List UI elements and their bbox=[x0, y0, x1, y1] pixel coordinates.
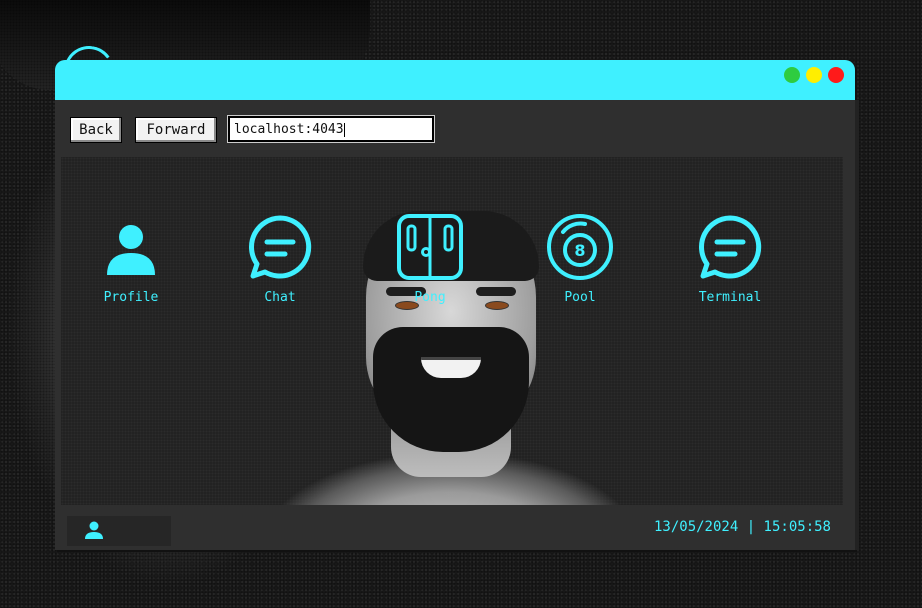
user-icon bbox=[107, 225, 155, 275]
taskbar: 13/05/2024 | 15:05:58 bbox=[61, 506, 843, 548]
desktop-icon-profile[interactable]: Profile bbox=[81, 217, 181, 312]
icon-label-profile: Profile bbox=[103, 290, 159, 305]
user-icon bbox=[85, 521, 103, 539]
icon-label-pool: Pool bbox=[564, 290, 596, 305]
desktop-icon-chat[interactable]: Chat bbox=[230, 215, 330, 312]
minimize-button[interactable] bbox=[784, 67, 800, 83]
taskbar-user-button[interactable] bbox=[67, 516, 171, 546]
browser-toolbar: Back Forward bbox=[55, 100, 855, 155]
maximize-button[interactable] bbox=[806, 67, 822, 83]
title-bar[interactable] bbox=[55, 60, 855, 100]
browser-window: Back Forward localhost:4043 Profile Chat… bbox=[55, 60, 859, 550]
close-button[interactable] bbox=[828, 67, 844, 83]
desktop-area: Profile Chat Pong 8 Pool Terminal bbox=[61, 157, 843, 505]
address-bar[interactable]: localhost:4043 bbox=[227, 115, 435, 143]
svg-text:8: 8 bbox=[574, 241, 585, 260]
desktop-icon-pool[interactable]: 8 Pool bbox=[530, 214, 630, 312]
address-text: localhost:4043 bbox=[234, 122, 344, 137]
chat-bubble-icon bbox=[249, 215, 312, 279]
window-edge bbox=[855, 100, 859, 550]
desktop-icon-pong[interactable]: Pong bbox=[380, 214, 480, 312]
back-button[interactable]: Back bbox=[70, 117, 122, 143]
taskbar-clock: 13/05/2024 | 15:05:58 bbox=[653, 519, 831, 535]
icon-label-terminal: Terminal bbox=[698, 290, 762, 305]
chat-bubble-icon bbox=[699, 215, 762, 279]
pong-icon bbox=[397, 214, 463, 280]
eight-ball-icon: 8 bbox=[547, 214, 613, 280]
icon-label-pong: Pong bbox=[414, 290, 446, 305]
desktop-icon-terminal[interactable]: Terminal bbox=[680, 215, 780, 312]
forward-button[interactable]: Forward bbox=[135, 117, 217, 143]
icon-label-chat: Chat bbox=[264, 290, 296, 305]
